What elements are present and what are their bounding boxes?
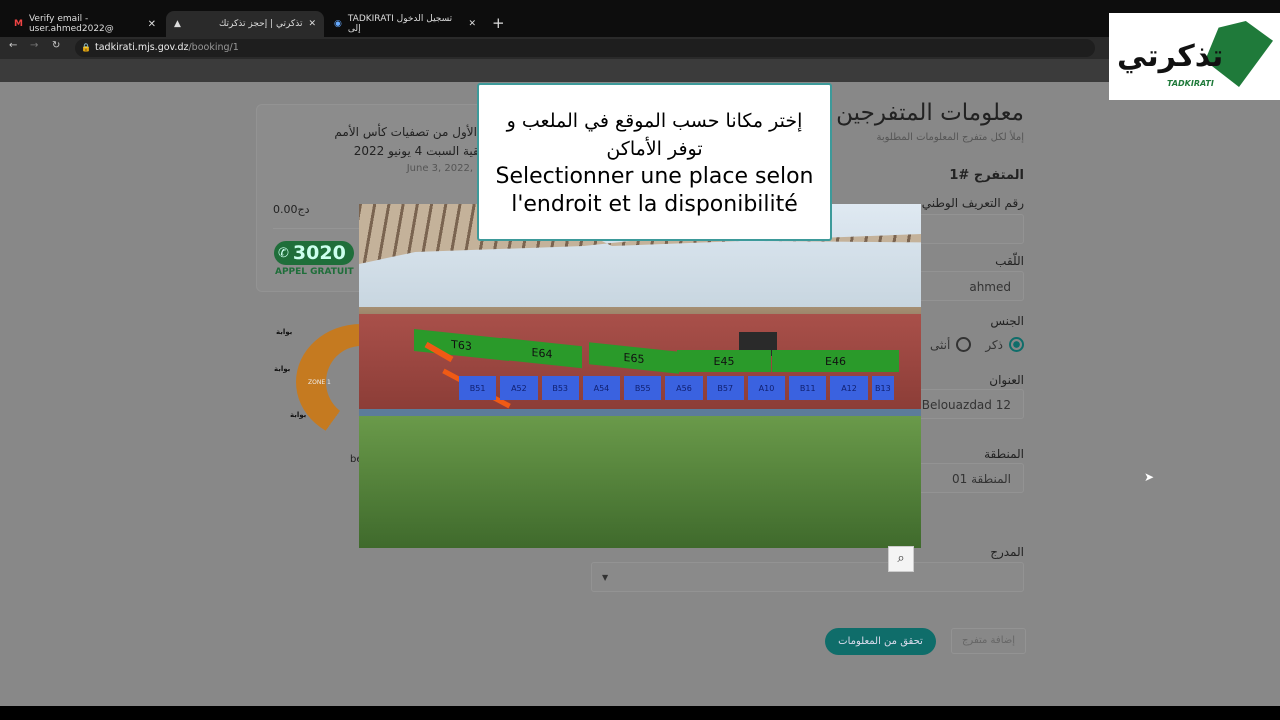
gender-radio-group: أنثى ذكر <box>930 337 1024 352</box>
section-lower[interactable]: B11 <box>789 376 827 400</box>
eye-icon: ◉ <box>334 19 342 29</box>
add-spectator-button[interactable]: إضافة متفرج <box>951 628 1026 654</box>
section-upper[interactable]: E46 <box>772 350 899 372</box>
section-lower[interactable]: A10 <box>747 376 786 400</box>
tab-tadkirati[interactable]: ▲ تذكرتي | إحجز تذكرتك ✕ <box>166 11 324 37</box>
stand-select[interactable]: ▼ <box>591 562 1024 592</box>
hotline-badge: ✆ 3020 <box>274 241 354 265</box>
national-id-label: رقم التعريف الوطني <box>921 196 1024 210</box>
gate-label: بوابة <box>274 365 291 373</box>
surname-label: اللّقب <box>995 254 1024 268</box>
toolbar-strip <box>0 59 1280 82</box>
stadium-seating-image[interactable]: T63 E64 E65 E45 E46 B51 A52 B53 A54 B55 … <box>359 204 921 548</box>
tadkirati-logo: تذكرتي TADKIRATI <box>1109 13 1280 100</box>
event-price: 0.00دج <box>273 203 310 216</box>
address-label: العنوان <box>989 373 1024 387</box>
browser-tab-bar: M Verify email - user.ahmed2022@ ✕ ▲ تذكرتي… <box>0 0 1280 37</box>
section-lower[interactable]: A52 <box>500 376 538 400</box>
close-tab-icon[interactable]: ✕ <box>308 19 316 29</box>
address-bar-row: ← → ↻ 🔒 tadkirati.mjs.gov.dz/booking/1 <box>0 37 1280 59</box>
verify-info-button[interactable]: تحقق من المعلومات <box>825 628 936 655</box>
section-upper[interactable]: E45 <box>677 350 771 372</box>
close-tab-icon[interactable]: ✕ <box>148 19 156 30</box>
tab-gmail[interactable]: M Verify email - user.ahmed2022@ ✕ <box>6 11 164 37</box>
section-lower[interactable]: A12 <box>830 376 868 400</box>
section-lower[interactable]: A56 <box>665 376 703 400</box>
hotline-subtitle: APPEL GRATUIT <box>275 267 354 277</box>
lock-icon: 🔒 <box>81 43 91 52</box>
back-icon[interactable]: ← <box>9 40 17 51</box>
region-label: المنطقة <box>984 447 1024 461</box>
url-input[interactable]: 🔒 tadkirati.mjs.gov.dz/booking/1 <box>75 39 1095 57</box>
tadkirati-icon: ▲ <box>174 19 181 29</box>
gate-label: بوابة <box>276 328 293 336</box>
new-tab-button[interactable]: + <box>492 14 505 32</box>
section-lower[interactable]: B51 <box>459 376 497 400</box>
gmail-icon: M <box>14 19 23 29</box>
page-subtitle: إملأ لكل متفرج المعلومات المطلوبة <box>876 132 1024 143</box>
spectator-heading: المتفرج #1 <box>949 168 1024 183</box>
instruction-callout: إختر مكانا حسب الموقع في الملعب و توفر ا… <box>477 83 832 241</box>
mouse-cursor-icon: ➤ <box>1144 470 1155 484</box>
zoom-magnifier-icon[interactable]: ⌕ <box>888 546 914 572</box>
section-lower[interactable]: B13 <box>871 376 895 400</box>
instruction-arabic: إختر مكانا حسب الموقع في الملعب و توفر ا… <box>506 110 803 160</box>
dropdown-arrow-icon: ▼ <box>602 573 609 582</box>
instruction-french: Selectionner une place selon l'endroit e… <box>495 164 814 217</box>
lower-sections: B51 A52 B53 A54 B55 A56 B57 A10 B11 A12 … <box>459 376 895 400</box>
gender-label: الجنس <box>990 314 1024 328</box>
section-lower[interactable]: B57 <box>706 376 744 400</box>
radio-female[interactable] <box>956 337 972 352</box>
forward-icon[interactable]: → <box>30 40 38 51</box>
radio-male[interactable] <box>1009 337 1024 352</box>
page-title: معلومات المتفرجين <box>836 100 1024 126</box>
phone-icon: ✆ <box>278 245 289 261</box>
section-lower[interactable]: B55 <box>624 376 662 400</box>
section-lower[interactable]: B53 <box>541 376 579 400</box>
reload-icon[interactable]: ↻ <box>52 40 60 51</box>
gate-label: بوابة <box>290 411 307 419</box>
pitch <box>359 416 921 548</box>
section-lower[interactable]: A54 <box>582 376 621 400</box>
tab-login[interactable]: ◉ TADKIRATI تسجيل الدخول إلى ✕ <box>326 11 484 37</box>
close-tab-icon[interactable]: ✕ <box>468 19 476 29</box>
stand-label: المدرج <box>990 545 1024 559</box>
